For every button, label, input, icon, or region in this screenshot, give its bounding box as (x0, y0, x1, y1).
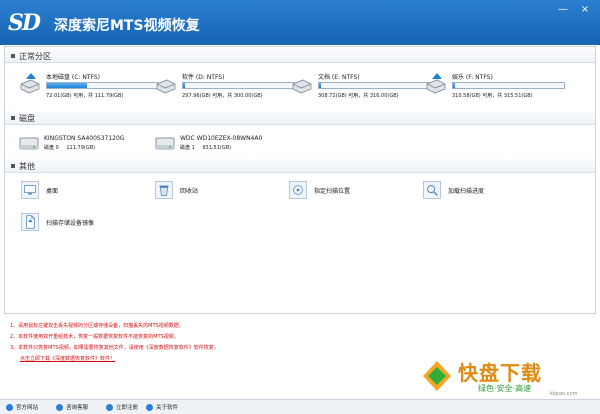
disk-0[interactable]: KINGSTON SA400S37120G 磁盘 0 111.79(GB) (19, 133, 169, 157)
note-3: 3、本软件只恢复MTS视频。如果需要恢复其他文件，请使用《深度数据恢复软件》软件… (10, 345, 219, 351)
tool-load-progress[interactable]: 加载扫描进度 (423, 181, 543, 201)
load-progress-icon (423, 181, 441, 199)
tool-label: 指定扫描位置 (314, 188, 351, 195)
status-bar: 官方网站 咨询客服 立即注册 关于软件 (0, 399, 600, 414)
partition-name: 文档 (E: NTFS) (318, 74, 360, 81)
usage-fill (183, 83, 185, 88)
disk-1[interactable]: WDC WD10EZEX-08WN4A0 磁盘 1 931.51(GB) (155, 133, 305, 157)
user-icon (106, 404, 113, 411)
info-icon (146, 404, 153, 411)
usage-bar (452, 82, 565, 89)
app-title: 深度索尼MTS视频恢复 (54, 18, 200, 34)
disk-label: 磁盘 0 (44, 145, 59, 151)
section-marker (11, 164, 15, 168)
disk-name: WDC WD10EZEX-08WN4A0 (180, 135, 263, 142)
support-link[interactable]: 咨询客服 (56, 403, 88, 411)
about-link[interactable]: 关于软件 (146, 403, 178, 411)
official-site-label: 官方网站 (16, 405, 39, 411)
watermark-site: kkpan.com (550, 391, 578, 397)
tool-label: 桌面 (46, 188, 59, 195)
usage-fill (319, 83, 322, 88)
watermark-brand: 快盘下载 (458, 361, 542, 385)
tool-label: 扫描存储设备镜像 (46, 220, 95, 227)
drive-icon (426, 73, 446, 94)
usage-fill (47, 83, 87, 88)
instructions: 1、请用鼠标左键双击丢失视频的分区或存储设备，扫描丢失的MTS视频数据。 2、本… (4, 318, 404, 378)
drive-icon (20, 73, 40, 94)
section-partitions-label: 正常分区 (19, 52, 51, 61)
disk-size: 931.51(GB) (202, 145, 232, 151)
partition-c[interactable]: 本地磁盘 (C: NTFS) 72.01(GB) 可用，共 111.79(GB) (19, 67, 159, 107)
partition-e[interactable]: 文档 (E: NTFS) 308.72(GB) 可用，共 316.00(GB) (291, 67, 431, 107)
partition-size: 297.96(GB) 可用，共 300.00(GB) (182, 93, 263, 99)
tool-recycle-bin[interactable]: 回收站 (155, 181, 275, 201)
partition-name: 娱乐 (F: NTFS) (452, 74, 493, 81)
usage-fill (453, 83, 456, 88)
section-other-label: 其他 (19, 162, 35, 171)
section-partitions-header: 正常分区 (5, 49, 595, 63)
watermark-slogan: 绿色·安全·高速 (478, 384, 532, 393)
partition-size: 72.01(GB) 可用，共 111.79(GB) (46, 93, 124, 99)
tool-label: 加载扫描进度 (448, 188, 485, 195)
register-label: 立即注册 (116, 405, 139, 411)
hard-disk-icon (155, 137, 175, 150)
watermark: 快盘下载 绿色·安全·高速 kkpan.com (420, 355, 596, 399)
official-site-link[interactable]: 官方网站 (6, 403, 38, 411)
partition-name: 软件 (D: NTFS) (182, 74, 225, 81)
drive-icon (156, 79, 176, 94)
disk-size: 111.79(GB) (66, 145, 96, 151)
note-2: 2、本软件使用双开重组技术，恢复一般数据恢复软件不能恢复的MTS视频。 (10, 334, 179, 340)
disk-name: KINGSTON SA400S37120G (44, 135, 125, 142)
chat-icon (56, 404, 63, 411)
image-file-icon (21, 213, 39, 231)
register-link[interactable]: 立即注册 (106, 403, 138, 411)
globe-icon (6, 404, 13, 411)
section-disks-header: 磁盘 (5, 111, 595, 125)
main-panel: 正常分区 本地磁盘 (C: NTFS) 72.01(GB) 可用，共 111.7… (4, 46, 596, 314)
target-location-icon (289, 181, 307, 199)
partition-size: 308.72(GB) 可用，共 316.00(GB) (318, 93, 399, 99)
section-other-header: 其他 (5, 159, 595, 173)
tool-desktop[interactable]: 桌面 (21, 181, 141, 201)
partition-d[interactable]: 软件 (D: NTFS) 297.96(GB) 可用，共 300.00(GB) (155, 67, 295, 107)
about-label: 关于软件 (156, 405, 179, 411)
minimize-button[interactable]: — (556, 4, 570, 16)
download-link[interactable]: 点击立即下载《深度数据恢复软件》软件！ (20, 355, 115, 362)
usage-bar (318, 82, 431, 89)
partition-f[interactable]: 娱乐 (F: NTFS) 310.58(GB) 可用，共 315.51(GB) (425, 67, 565, 107)
close-button[interactable]: × (578, 4, 592, 16)
tool-scan-image[interactable]: 扫描存储设备镜像 (21, 213, 161, 233)
desktop-icon (21, 181, 39, 199)
partition-name: 本地磁盘 (C: NTFS) (46, 74, 101, 81)
disk-info: 磁盘 1 931.51(GB) (180, 144, 231, 151)
app-logo: SD (8, 10, 41, 36)
usage-bar (46, 82, 159, 89)
section-marker (11, 116, 15, 120)
title-bar: SD 深度索尼MTS视频恢复 — × (0, 0, 600, 45)
recycle-bin-icon (155, 181, 173, 199)
watermark-logo-icon (423, 361, 451, 391)
app-window: SD 深度索尼MTS视频恢复 — × 正常分区 本地磁盘 (C: NTFS) 7… (0, 0, 600, 414)
disk-label: 磁盘 1 (180, 145, 195, 151)
support-label: 咨询客服 (66, 405, 89, 411)
usage-bar (182, 82, 295, 89)
tool-specify-location[interactable]: 指定扫描位置 (289, 181, 409, 201)
drive-icon (292, 79, 312, 94)
hard-disk-icon (19, 137, 39, 150)
note-1: 1、请用鼠标左键双击丢失视频的分区或存储设备，扫描丢失的MTS视频数据。 (10, 323, 184, 329)
section-disks-label: 磁盘 (19, 114, 35, 123)
partition-size: 310.58(GB) 可用，共 315.51(GB) (452, 93, 533, 99)
section-marker (11, 54, 15, 58)
disk-info: 磁盘 0 111.79(GB) (44, 144, 95, 151)
tool-label: 回收站 (180, 188, 199, 195)
